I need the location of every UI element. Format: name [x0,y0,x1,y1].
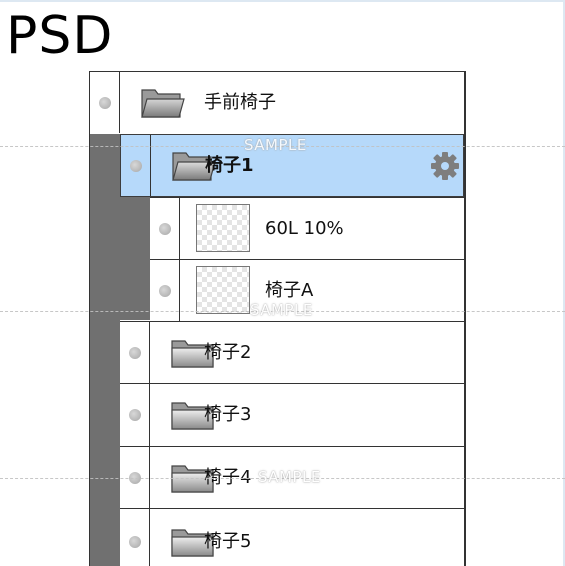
visibility-icon [159,223,171,235]
layer-name: 椅子3 [204,404,252,425]
layer-row-isu2[interactable]: 椅子2 [120,321,464,383]
layer-row-isu5[interactable]: 椅子5 [120,508,464,566]
visibility-icon [129,409,141,421]
layer-thumbnail [196,266,250,314]
watermark-text: SAMPLE [244,136,307,154]
visibility-icon [159,285,171,297]
visibility-toggle[interactable] [121,135,151,196]
layer-name: 椅子A [265,280,314,301]
watermark-text: SAMPLE [258,468,321,486]
visibility-icon [129,347,141,359]
layer-row-tezen-isu[interactable]: 手前椅子 [90,71,464,133]
layer-name: 椅子5 [204,531,252,552]
visibility-toggle[interactable] [120,509,150,566]
visibility-icon [130,160,142,172]
layer-row-60l[interactable]: 60L 10% [150,197,464,259]
visibility-icon [99,97,111,109]
layer-name: 手前椅子 [204,92,276,113]
layer-name: 椅子1 [205,155,254,176]
gear-icon[interactable] [430,151,460,181]
panel-gutter [90,134,120,566]
visibility-toggle[interactable] [120,384,150,446]
visibility-icon [129,536,141,548]
folder-icon [141,89,185,118]
group-gutter [120,196,150,320]
layer-row-isu3[interactable]: 椅子3 [120,383,464,446]
visibility-toggle[interactable] [150,198,180,259]
page-title: PSD [6,6,114,66]
layer-thumbnail [196,204,250,252]
layer-name: 60L 10% [265,218,344,239]
layer-name: 椅子2 [204,342,252,363]
watermark-text: SAMPLE [250,301,313,319]
visibility-toggle[interactable] [90,72,120,133]
visibility-toggle[interactable] [120,322,150,383]
